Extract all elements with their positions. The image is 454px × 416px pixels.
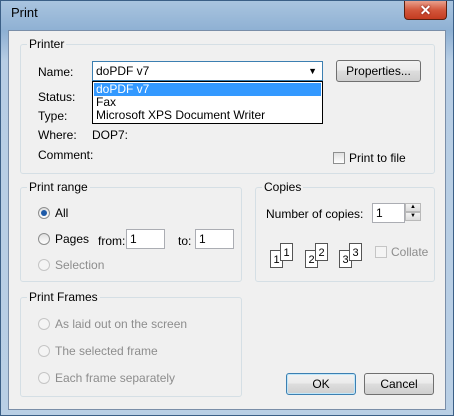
spin-up-icon[interactable]: ▲ [405,203,421,212]
collate-page-digit: 2 [318,247,325,259]
collate-label: Collate [391,245,429,259]
type-label: Type: [38,109,68,123]
comment-label: Comment: [38,148,94,162]
to-page-value: 1 [199,232,206,246]
print-to-file-label[interactable]: Print to file [349,151,406,165]
collate-page-digit: 1 [283,247,290,259]
printer-dropdown-list[interactable]: doPDF v7 Fax Microsoft XPS Document Writ… [92,81,323,124]
collate-page: 2 [315,243,328,261]
cancel-button-label: Cancel [380,377,418,391]
collate-page-digit: 3 [342,254,349,266]
pages-radio[interactable] [38,233,50,245]
collate-illustration-icon: 1 1 2 2 3 3 [265,237,375,279]
number-of-copies-label: Number of copies: [266,207,364,221]
printer-name-value: doPDF v7 [96,64,150,78]
from-page-value: 1 [130,232,137,246]
collate-checkbox[interactable] [375,246,387,258]
copies-value: 1 [376,206,383,220]
ok-button-label: OK [312,377,330,391]
from-label: from: [98,234,126,248]
print-to-file-checkbox[interactable] [333,152,345,164]
status-label: Status: [38,90,76,104]
all-radio-label[interactable]: All [55,206,68,220]
print-frames-group-label: Print Frames [27,290,100,304]
to-label: to: [178,234,192,248]
printer-name-select[interactable]: doPDF v7 ▼ [92,61,323,81]
print-range-group-label: Print range [27,180,90,194]
frames-selected-radio[interactable] [38,345,50,357]
frames-each-radio[interactable] [38,372,50,384]
collate-page-digit: 1 [273,254,280,266]
title-bar[interactable]: Print ✕ [1,1,453,23]
copies-group-label: Copies [262,180,304,194]
printer-group-label: Printer [27,37,67,51]
all-radio[interactable] [38,207,50,219]
frames-selected-label: The selected frame [55,344,158,358]
selection-radio-label: Selection [55,258,105,272]
properties-button[interactable]: Properties... [336,60,421,82]
window-title: Print [11,5,38,20]
collate-page-digit: 3 [352,247,359,259]
frames-each-label: Each frame separately [55,371,176,385]
selection-radio[interactable] [38,259,50,271]
collate-page: 3 [349,243,362,261]
where-label: Where: [38,128,77,142]
where-value: DOP7: [92,128,129,142]
spin-down-icon[interactable]: ▼ [405,212,421,221]
close-icon: ✕ [419,2,432,18]
to-page-input[interactable]: 1 [195,229,234,249]
ok-button[interactable]: OK [286,373,356,395]
pages-radio-label[interactable]: Pages [55,232,89,246]
frames-layout-radio[interactable] [38,318,50,330]
printer-option[interactable]: Microsoft XPS Document Writer [94,109,321,122]
from-page-input[interactable]: 1 [126,229,165,249]
print-dialog-window: Print ✕ Printer Name: doPDF v7 ▼ doPDF v… [0,0,454,416]
properties-button-label: Properties... [346,64,411,78]
printer-option[interactable]: doPDF v7 [94,83,321,96]
collate-page-digit: 2 [308,254,315,266]
close-button[interactable]: ✕ [404,1,447,20]
chevron-down-icon: ▼ [308,66,317,76]
collate-page: 1 [280,243,293,261]
copies-input[interactable]: 1 [372,203,405,223]
cancel-button[interactable]: Cancel [364,373,434,395]
name-label: Name: [38,65,74,79]
frames-layout-label: As laid out on the screen [55,317,188,331]
dialog-client-area: Printer Name: doPDF v7 ▼ doPDF v7 Fax Mi… [8,30,446,410]
